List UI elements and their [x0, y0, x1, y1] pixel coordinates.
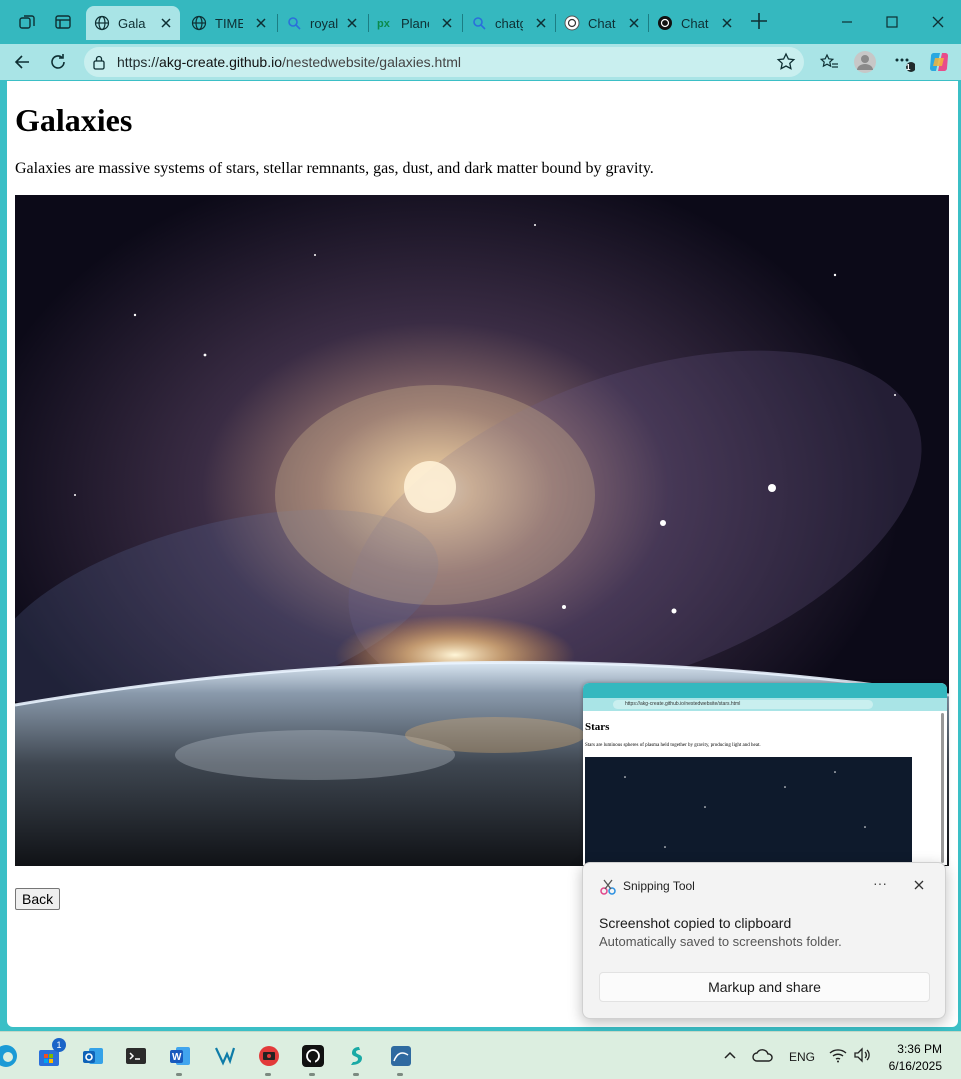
tab-chatgpt-2[interactable]: ChatGPT	[649, 6, 741, 40]
url-host: akg-create.github.io	[159, 54, 282, 70]
tab-title: TIME for Kids	[215, 15, 243, 31]
vs-icon[interactable]	[211, 1042, 239, 1070]
starfield-image	[585, 757, 912, 865]
clock-time[interactable]: 3:36 PM	[880, 1042, 942, 1056]
url-path: /nestedwebsite/galaxies.html	[282, 54, 461, 70]
terminal-icon[interactable]	[122, 1042, 150, 1070]
tab-title: royalty free	[310, 15, 338, 31]
minimize-icon[interactable]	[832, 8, 862, 36]
onedrive-icon[interactable]	[752, 1047, 774, 1063]
tab-chatgpt-1[interactable]: ChatGPT	[556, 6, 648, 40]
taskbar: 1 W ENG 3:36 PM 6/16/2025	[0, 1031, 961, 1079]
globe-icon	[191, 15, 207, 31]
page-title: Galaxies	[15, 102, 133, 138]
notification-body: Automatically saved to screenshots folde…	[599, 934, 842, 949]
close-icon[interactable]	[533, 15, 549, 31]
tab-strip: Galaxies TIME for Kids royalty free px P…	[0, 0, 961, 44]
volume-icon[interactable]	[853, 1047, 871, 1063]
preview-url: https://akg-create.github.io/nestedwebsi…	[613, 700, 873, 709]
more-options-icon[interactable]: ···	[869, 873, 891, 895]
wifi-icon[interactable]	[829, 1047, 847, 1063]
favorites-icon[interactable]	[815, 48, 843, 76]
preview-page-title: Stars	[585, 721, 610, 733]
svg-text:W: W	[172, 1052, 182, 1063]
preview-page-description: Stars are luminous spheres of plasma hel…	[585, 743, 761, 748]
tab-actions-icon[interactable]	[49, 8, 77, 36]
address-bar[interactable]: https://akg-create.github.io/nestedwebsi…	[84, 47, 804, 77]
store-badge: 1	[52, 1038, 66, 1052]
notification-app-name: Snipping Tool	[623, 879, 695, 893]
close-icon[interactable]	[158, 15, 174, 31]
preview-scrollbar	[941, 713, 944, 863]
window-close-icon[interactable]	[923, 8, 953, 36]
surfshark-icon[interactable]	[343, 1042, 371, 1070]
chatgpt-icon	[564, 15, 580, 31]
browser-toolbar: https://akg-create.github.io/nestedwebsi…	[0, 44, 961, 80]
tab-title: chatgpt	[495, 15, 523, 31]
outlook-icon[interactable]	[79, 1042, 107, 1070]
new-tab-icon[interactable]	[748, 10, 770, 32]
tab-time-for-kids[interactable]: TIME for Kids	[183, 6, 275, 40]
page-description: Galaxies are massive systems of stars, s…	[15, 160, 654, 177]
tab-title: ChatGPT	[681, 15, 709, 31]
close-icon[interactable]	[439, 15, 455, 31]
chevron-up-icon[interactable]	[723, 1049, 737, 1063]
close-icon[interactable]	[626, 15, 642, 31]
microsoft-store-icon[interactable]: 1	[35, 1038, 66, 1070]
tab-galaxies[interactable]: Galaxies	[86, 6, 180, 40]
close-icon[interactable]	[253, 15, 269, 31]
language-indicator[interactable]: ENG	[789, 1050, 815, 1064]
refresh-icon[interactable]	[44, 48, 72, 76]
profile-avatar[interactable]	[851, 48, 879, 76]
tab-title: Planets	[401, 15, 429, 31]
close-icon[interactable]	[909, 875, 929, 895]
tab-planets[interactable]: px Planets	[369, 6, 461, 40]
notification-badge: 1	[906, 63, 911, 72]
favorite-star-icon[interactable]	[776, 52, 796, 72]
lock-icon[interactable]	[92, 54, 106, 70]
github-icon[interactable]	[299, 1042, 327, 1070]
back-button[interactable]: Back	[15, 888, 61, 910]
word-icon[interactable]: W	[166, 1042, 194, 1070]
preview-toolbar: https://akg-create.github.io/nestedwebsi…	[583, 698, 947, 711]
tab-title: ChatGPT	[588, 15, 616, 31]
chatgpt-icon	[657, 15, 673, 31]
back-arrow-icon[interactable]	[8, 48, 36, 76]
search-icon	[471, 15, 487, 31]
tab-title: Galaxies	[118, 15, 146, 31]
close-icon[interactable]	[344, 15, 360, 31]
pexels-icon: px	[377, 15, 393, 31]
url-scheme: https://	[117, 54, 160, 70]
url-text: https://akg-create.github.io/nestedwebsi…	[117, 54, 461, 70]
clock-date[interactable]: 6/16/2025	[870, 1059, 942, 1073]
snipping-tool-icon	[600, 879, 616, 895]
mysql-workbench-icon[interactable]	[387, 1042, 415, 1070]
notification-heading: Screenshot copied to clipboard	[599, 915, 792, 931]
copilot-icon[interactable]	[925, 48, 953, 76]
screen-recorder-icon[interactable]	[255, 1042, 283, 1070]
edge-icon[interactable]	[0, 1042, 20, 1070]
maximize-icon[interactable]	[877, 8, 907, 36]
tab-royalty-free[interactable]: royalty free	[278, 6, 366, 40]
preview-tab-strip	[583, 683, 947, 698]
close-icon[interactable]	[719, 15, 735, 31]
workspaces-icon[interactable]	[13, 8, 41, 36]
more-menu-icon[interactable]: 1	[890, 48, 918, 76]
screenshot-preview[interactable]: https://akg-create.github.io/nestedwebsi…	[583, 683, 947, 865]
tab-chatgpt-search[interactable]: chatgpt	[463, 6, 555, 40]
svg-text:px: px	[377, 18, 391, 30]
markup-and-share-button[interactable]: Markup and share	[599, 972, 930, 1002]
search-icon	[286, 15, 302, 31]
globe-icon	[94, 15, 110, 31]
snipping-tool-notification: Snipping Tool ··· Screenshot copied to c…	[582, 862, 946, 1019]
